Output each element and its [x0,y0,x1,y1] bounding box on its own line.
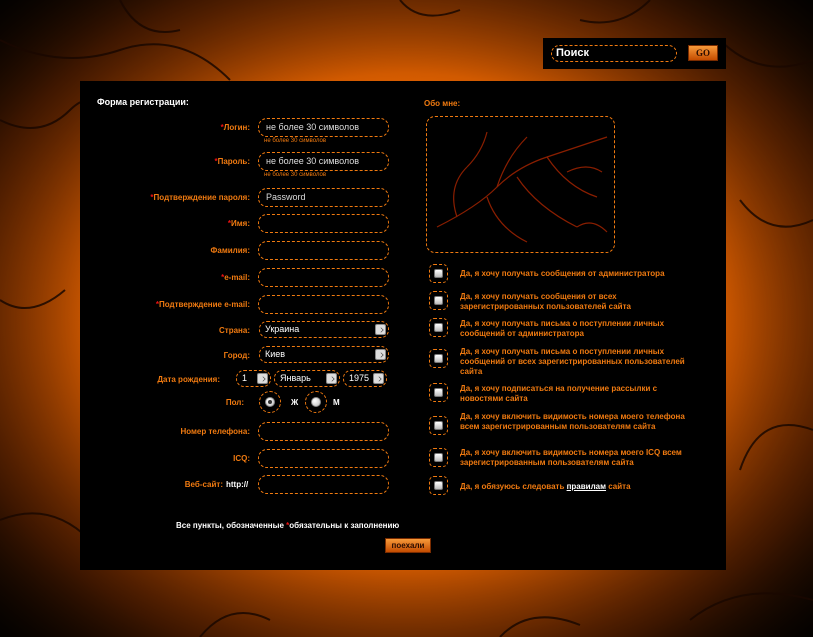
email-confirm-label: *Подтверждение e-mail: [155,300,250,309]
search-input[interactable] [551,45,677,62]
website-prefix: http:// [226,480,249,489]
birth-day-select[interactable]: 1 [236,370,271,387]
city-label: Город: [223,351,250,360]
option-label-7: Да, я хочу включить видимость номера мое… [460,448,682,467]
rules-link[interactable]: правилам [567,482,606,491]
option-checkbox-7[interactable] [429,448,448,467]
chevron-down-icon [375,324,386,335]
login-label: *Логин: [220,123,250,132]
gender-male-label: М [333,398,340,407]
surname-label: Фамилия: [210,246,250,255]
chevron-down-icon [326,373,337,384]
option-checkbox-2[interactable] [429,291,448,310]
password-input[interactable]: не более 30 символов [258,152,389,171]
password-hint: не более 30 символов [264,172,327,178]
chevron-down-icon [375,349,386,360]
gender-male-radio[interactable] [305,391,327,413]
option-label-1: Да, я хочу получать сообщения от админис… [460,269,665,278]
email-label: *e-mail: [221,273,250,282]
phone-input[interactable] [258,422,389,441]
submit-button[interactable]: поехали [385,538,431,553]
option-label-3: Да, я хочу получать письма о поступлении… [460,319,665,338]
option-label-5: Да, я хочу подписаться на получение расс… [460,384,658,403]
gender-female-radio[interactable] [259,391,281,413]
email-confirm-input[interactable] [258,295,389,314]
password-label: *Пароль: [214,157,250,166]
birth-month-select[interactable]: Январь [274,370,340,387]
search-bar: GO [543,38,726,69]
login-hint: не более 30 символов [264,138,327,144]
option-checkbox-1[interactable] [429,264,448,283]
name-label: *Имя: [227,219,250,228]
login-input[interactable]: не более 30 символов [258,118,389,137]
option-checkbox-3[interactable] [429,318,448,337]
option-checkbox-4[interactable] [429,349,448,368]
required-note: Все пункты, обозначенные *обязательны к … [176,521,400,530]
website-input[interactable] [258,475,389,494]
website-label: Веб-сайт: [184,480,223,489]
branches-decoration [436,131,608,243]
form-title: Форма регистрации: [97,97,189,107]
icq-input[interactable] [258,449,389,468]
password-confirm-label: *Подтверждение пароля: [150,193,250,202]
country-select[interactable]: Украина [259,321,389,338]
password-confirm-input[interactable]: Password [258,188,389,207]
birth-year-select[interactable]: 1975 [343,370,387,387]
email-input[interactable] [258,268,389,287]
city-select[interactable]: Киев [259,346,389,363]
birthdate-label: Дата рождения: [157,375,220,384]
chevron-down-icon [257,373,268,384]
icq-label: ICQ: [233,454,250,463]
about-label: Обо мне: [424,99,461,108]
option-label-2: Да, я хочу получать сообщения от всех за… [460,292,631,311]
surname-input[interactable] [258,241,389,260]
about-textarea[interactable] [426,116,615,253]
name-input[interactable] [258,214,389,233]
option-checkbox-5[interactable] [429,383,448,402]
option-checkbox-rules[interactable] [429,476,448,495]
country-label: Страна: [219,326,250,335]
option-label-rules: Да, я обязуюсь следовать правилам сайта [460,482,631,491]
option-label-4: Да, я хочу получать письма о поступлении… [460,347,685,376]
gender-label: Пол: [225,398,244,407]
registration-panel: Форма регистрации: *Логин: не более 30 с… [80,81,726,570]
phone-label: Номер телефона: [180,427,250,436]
gender-female-label: Ж [291,398,299,407]
option-label-6: Да, я хочу включить видимость номера мое… [460,412,685,431]
option-checkbox-6[interactable] [429,416,448,435]
chevron-down-icon [373,373,384,384]
search-go-button[interactable]: GO [688,45,718,61]
